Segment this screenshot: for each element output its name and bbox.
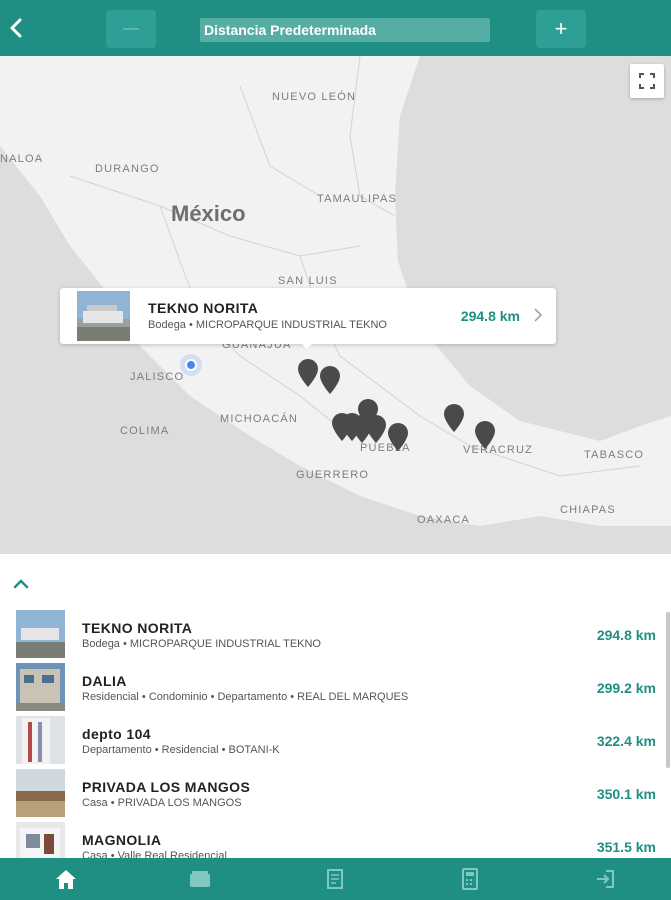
chevron-left-icon: [10, 18, 22, 38]
inbox-icon: [190, 871, 210, 887]
fullscreen-button[interactable]: [630, 64, 664, 98]
property-name: MAGNOLIA: [82, 832, 162, 848]
map-label-nuevo-leon: NUEVO LEÓN: [272, 91, 357, 103]
map-pin[interactable]: [318, 365, 342, 395]
property-distance: 350.1 km: [596, 786, 656, 802]
property-subtitle: Residencial • Condominio • Departamento …: [82, 691, 409, 703]
property-thumbnail: [16, 610, 65, 658]
map-pin[interactable]: [473, 420, 497, 450]
increase-distance-button[interactable]: +: [536, 10, 586, 48]
decrease-distance-button[interactable]: —: [106, 10, 156, 48]
list-item[interactable]: MAGNOLIA Casa • Valle Real Residencial 3…: [0, 820, 660, 858]
document-icon: [327, 869, 343, 889]
map-pin[interactable]: [442, 403, 466, 433]
property-distance: 299.2 km: [596, 680, 656, 696]
nav-home[interactable]: [53, 867, 79, 891]
list-item[interactable]: depto 104 Departamento • Residencial • B…: [0, 714, 660, 766]
popup-property-subtitle: Bodega • MICROPARQUE INDUSTRIAL TEKNO: [148, 319, 387, 331]
minus-label: —: [123, 20, 139, 37]
list-item[interactable]: TEKNO NORITA Bodega • MICROPARQUE INDUST…: [0, 608, 660, 660]
bottom-nav: [0, 858, 671, 900]
top-bar: — Distancia Predeterminada +: [0, 0, 671, 56]
property-subtitle: Casa • PRIVADA LOS MANGOS: [82, 797, 242, 809]
property-thumbnail: [16, 769, 65, 817]
property-thumbnail: [16, 663, 65, 711]
property-subtitle: Bodega • MICROPARQUE INDUSTRIAL TEKNO: [82, 638, 321, 650]
property-distance: 322.4 km: [596, 733, 656, 749]
map-pin[interactable]: [296, 358, 320, 388]
nav-calculator[interactable]: [457, 867, 483, 891]
map-label-tamaulipas: TAMAULIPAS: [317, 193, 398, 205]
collapse-list-button[interactable]: [10, 574, 32, 594]
calculator-icon: [462, 868, 478, 890]
chevron-up-icon: [13, 579, 29, 589]
map-label-colima: COLIMA: [120, 425, 170, 437]
distance-field[interactable]: Distancia Predeterminada: [200, 18, 490, 42]
chevron-right-icon: [534, 308, 542, 322]
map-label-michoacan: MICHOACÁN: [220, 413, 299, 425]
map-label-durango: DURANGO: [95, 163, 160, 175]
property-thumbnail: [16, 822, 65, 858]
map-label-oaxaca: OAXACA: [417, 514, 471, 526]
map-pin[interactable]: [386, 422, 410, 452]
property-subtitle: Departamento • Residencial • BOTANI-K: [82, 744, 280, 756]
popup-property-name: TEKNO NORITA: [148, 300, 259, 316]
map-label-chiapas: CHIAPAS: [560, 504, 616, 516]
back-button[interactable]: [4, 12, 28, 44]
map-label-jalisco: JALISCO: [130, 371, 185, 383]
property-distance: 294.8 km: [596, 627, 656, 643]
list-item[interactable]: DALIA Residencial • Condominio • Departa…: [0, 661, 660, 713]
property-name: depto 104: [82, 726, 151, 742]
map-label-sinaloa: NALOA: [0, 153, 44, 165]
map-label-country: México: [171, 201, 246, 226]
plus-label: +: [554, 16, 568, 41]
property-name: TEKNO NORITA: [82, 620, 193, 636]
map-pin[interactable]: [364, 414, 388, 444]
home-icon: [56, 870, 76, 889]
list-scrollbar[interactable]: [666, 612, 670, 768]
property-name: DALIA: [82, 673, 127, 689]
map-label-guerrero: GUERRERO: [296, 469, 370, 481]
property-distance: 351.5 km: [596, 839, 656, 855]
map-view[interactable]: NUEVO LEÓN NALOA DURANGO México TAMAULIP…: [0, 56, 671, 554]
map-popup-card[interactable]: TEKNO NORITA Bodega • MICROPARQUE INDUST…: [60, 288, 556, 349]
current-location-dot: [185, 359, 197, 371]
property-thumbnail: [77, 291, 130, 341]
nav-inbox[interactable]: [187, 867, 213, 891]
property-list[interactable]: TEKNO NORITA Bodega • MICROPARQUE INDUST…: [0, 608, 671, 858]
fullscreen-icon: [639, 73, 655, 89]
map-label-san-luis: SAN LUIS: [278, 275, 338, 287]
popup-property-distance: 294.8 km: [460, 308, 520, 324]
logout-icon: [597, 870, 614, 888]
popup-pointer: [300, 342, 314, 349]
map-label-tabasco: TABASCO: [584, 449, 645, 461]
nav-documents[interactable]: [323, 867, 349, 891]
list-item[interactable]: PRIVADA LOS MANGOS Casa • PRIVADA LOS MA…: [0, 767, 660, 819]
property-name: PRIVADA LOS MANGOS: [82, 779, 251, 795]
property-subtitle: Casa • Valle Real Residencial: [82, 850, 227, 858]
nav-logout[interactable]: [592, 867, 618, 891]
property-thumbnail: [16, 716, 65, 764]
